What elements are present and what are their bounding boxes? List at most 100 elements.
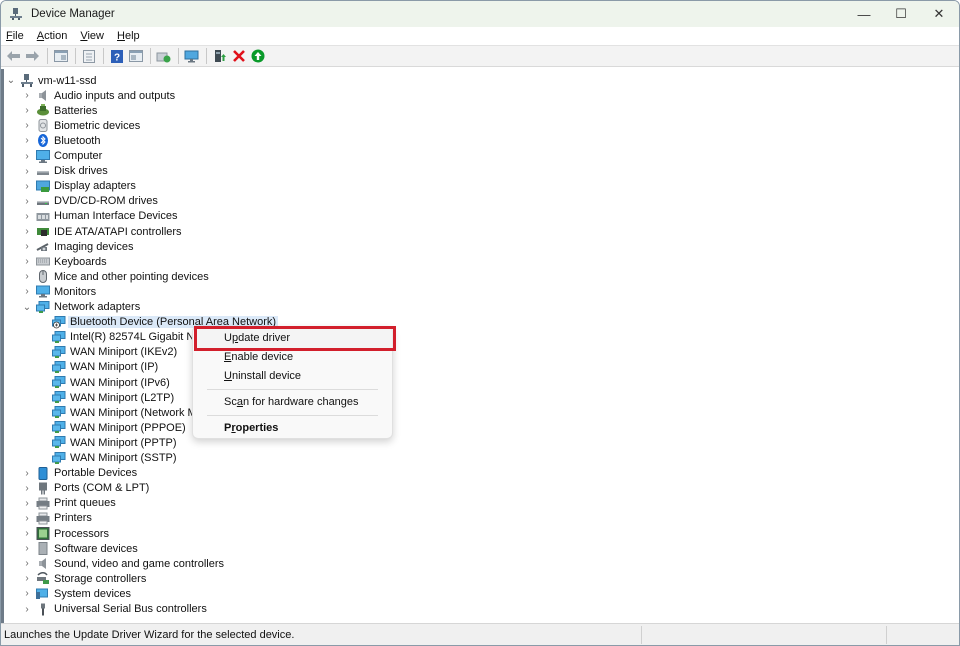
tree-item-wan-miniport-ip[interactable]: WAN Miniport (IP) bbox=[38, 360, 158, 375]
context-menu-properties[interactable]: Pr operties bbox=[193, 419, 392, 437]
forward-button[interactable] bbox=[24, 48, 41, 65]
expand-chevron-icon[interactable]: › bbox=[22, 541, 32, 556]
close-button[interactable]: ✕ bbox=[921, 1, 957, 27]
tree-item-label: Display adapters bbox=[54, 180, 136, 193]
tree-item-display-adapters[interactable]: › Display adapters bbox=[22, 179, 136, 194]
properties-button[interactable] bbox=[80, 48, 97, 65]
expand-chevron-icon[interactable]: › bbox=[22, 224, 32, 239]
expand-chevron-icon[interactable]: › bbox=[22, 571, 32, 586]
tree-item-network-adapters[interactable]: ⌄ Network adapters bbox=[22, 300, 140, 315]
expand-chevron-icon[interactable]: › bbox=[22, 118, 32, 133]
scan-hardware-icon bbox=[156, 52, 171, 62]
expand-chevron-icon[interactable]: › bbox=[22, 164, 32, 179]
toolbar-separator bbox=[178, 48, 179, 64]
expand-chevron-icon[interactable]: › bbox=[22, 254, 32, 269]
menu-action[interactable]: Action bbox=[37, 30, 68, 42]
tree-item-dvd-cd-rom-drives[interactable]: › DVD/CD-ROM drives bbox=[22, 194, 158, 209]
tree-item-computer[interactable]: › Computer bbox=[22, 149, 102, 164]
expand-chevron-icon[interactable]: › bbox=[22, 239, 32, 254]
expand-chevron-icon[interactable]: › bbox=[22, 466, 32, 481]
tree-item-processors[interactable]: › Processors bbox=[22, 526, 109, 541]
show-hide-console-tree-button[interactable] bbox=[52, 48, 69, 65]
tree-item-label: WAN Miniport (IP) bbox=[70, 361, 159, 374]
context-menu-scan-for-hardware-changes[interactable]: Sc a n for hardware changes bbox=[193, 393, 392, 411]
tree-item-root-vm-w11-ssd[interactable]: ⌄ vm-w11-ssd bbox=[6, 73, 96, 88]
minimize-button[interactable]: — bbox=[846, 1, 882, 27]
menu-label-post: operties bbox=[235, 422, 279, 434]
expand-chevron-icon[interactable]: › bbox=[22, 88, 32, 103]
expand-chevron-icon[interactable]: › bbox=[22, 481, 32, 496]
tree-item-wan-miniport-sstp[interactable]: WAN Miniport (SSTP) bbox=[38, 451, 177, 466]
status-bar: Launches the Update Driver Wizard for th… bbox=[1, 623, 959, 645]
help-button[interactable]: ? bbox=[108, 48, 125, 65]
maximize-button[interactable]: ☐ bbox=[883, 1, 919, 27]
tree-item-universal-serial-bus-controllers[interactable]: › Universal Serial Bus controllers bbox=[22, 602, 207, 617]
tree-item-mice-and-other-pointing-devices[interactable]: › Mice and other pointing devices bbox=[22, 269, 209, 284]
menu-help[interactable]: Help bbox=[117, 30, 140, 42]
tree-item-bluetooth[interactable]: › Bluetooth bbox=[22, 133, 100, 148]
uninstall-x-icon bbox=[232, 50, 245, 62]
collapse-chevron-icon[interactable]: ⌄ bbox=[6, 73, 16, 88]
tree-item-biometric-devices[interactable]: › Biometric devices bbox=[22, 118, 140, 133]
tree-item-audio-inputs-and-outputs[interactable]: › Audio inputs and outputs bbox=[22, 88, 175, 103]
tree-item-portable-devices[interactable]: › Portable Devices bbox=[22, 466, 137, 481]
tree-item-ide-ata-atapi-controllers[interactable]: › IDE ATA/ATAPI controllers bbox=[22, 224, 181, 239]
ide-controller-icon bbox=[36, 225, 50, 238]
tree-item-ports-com-lpt[interactable]: › Ports (COM & LPT) bbox=[22, 481, 149, 496]
back-button[interactable] bbox=[5, 48, 22, 65]
tree-item-keyboards[interactable]: › Keyboards bbox=[22, 254, 106, 269]
tree-item-label: Disk drives bbox=[54, 165, 108, 178]
tree-item-imaging-devices[interactable]: › Imaging devices bbox=[22, 239, 134, 254]
expand-chevron-icon[interactable]: › bbox=[22, 284, 32, 299]
scan-hardware-button[interactable] bbox=[155, 48, 172, 65]
device-tree[interactable]: ⌄ vm-w11-ssd › Audio inputs and outputs › Bat… bbox=[1, 69, 959, 625]
tree-item-sound-video-and-game-controllers[interactable]: › Sound, video and game controllers bbox=[22, 556, 224, 571]
expand-chevron-icon[interactable]: › bbox=[22, 133, 32, 148]
svg-text:?: ? bbox=[113, 52, 119, 63]
expand-chevron-icon[interactable]: › bbox=[22, 511, 32, 526]
expand-chevron-icon[interactable]: › bbox=[22, 269, 32, 284]
expand-chevron-icon[interactable]: › bbox=[22, 556, 32, 571]
tree-item-printers[interactable]: › Printers bbox=[22, 511, 92, 526]
menu-file[interactable]: File bbox=[6, 30, 24, 42]
expand-chevron-icon[interactable]: › bbox=[22, 149, 32, 164]
tree-item-wan-miniport-l2tp[interactable]: WAN Miniport (L2TP) bbox=[38, 390, 174, 405]
expand-chevron-icon[interactable]: › bbox=[22, 194, 32, 209]
monitor-button[interactable] bbox=[183, 48, 200, 65]
expand-chevron-icon[interactable]: › bbox=[22, 209, 32, 224]
enable-device-button[interactable] bbox=[249, 48, 266, 65]
tree-item-label: Print queues bbox=[54, 497, 116, 510]
menu-label-pre: Sc bbox=[224, 396, 237, 408]
tree-item-batteries[interactable]: › Batteries bbox=[22, 103, 97, 118]
tree-item-monitors[interactable]: › Monitors bbox=[22, 284, 96, 299]
uninstall-button[interactable] bbox=[230, 48, 247, 65]
context-menu-separator bbox=[207, 415, 378, 416]
show-hide-action-pane-button[interactable] bbox=[127, 48, 144, 65]
expand-chevron-icon[interactable]: › bbox=[22, 496, 32, 511]
expand-chevron-icon[interactable]: › bbox=[22, 526, 32, 541]
tree-item-system-devices[interactable]: › System devices bbox=[22, 586, 131, 601]
tree-item-storage-controllers[interactable]: › Storage controllers bbox=[22, 571, 146, 586]
tree-item-wan-miniport-ipv6[interactable]: WAN Miniport (IPv6) bbox=[38, 375, 170, 390]
context-menu-uninstall-device[interactable]: Uninstall device bbox=[193, 367, 392, 385]
context-menu-update-driver[interactable]: Up date driver bbox=[194, 329, 394, 347]
menu-label-accel: U bbox=[224, 370, 232, 382]
expand-chevron-icon[interactable]: › bbox=[22, 602, 32, 617]
tree-item-label: Imaging devices bbox=[54, 240, 134, 253]
update-driver-button[interactable] bbox=[211, 48, 228, 65]
tree-item-disk-drives[interactable]: › Disk drives bbox=[22, 164, 108, 179]
expand-chevron-icon[interactable]: › bbox=[22, 586, 32, 601]
tree-item-label: Processors bbox=[54, 527, 110, 540]
menu-view[interactable]: View bbox=[80, 30, 104, 42]
tree-item-print-queues[interactable]: › Print queues bbox=[22, 496, 116, 511]
tree-item-human-interface-devices[interactable]: › Human Interface Devices bbox=[22, 209, 177, 224]
tree-item-software-devices[interactable]: › Software devices bbox=[22, 541, 138, 556]
tree-item-label: System devices bbox=[54, 587, 132, 600]
tree-item-wan-miniport-ikev2[interactable]: WAN Miniport (IKEv2) bbox=[38, 345, 177, 360]
tree-item-wan-miniport-pppoe[interactable]: WAN Miniport (PPPOE) bbox=[38, 420, 186, 435]
expand-chevron-icon[interactable]: › bbox=[22, 103, 32, 118]
expand-chevron-icon[interactable]: › bbox=[22, 179, 32, 194]
collapse-chevron-icon[interactable]: ⌄ bbox=[22, 300, 32, 315]
tree-item-wan-miniport-pptp[interactable]: WAN Miniport (PPTP) bbox=[38, 435, 177, 450]
